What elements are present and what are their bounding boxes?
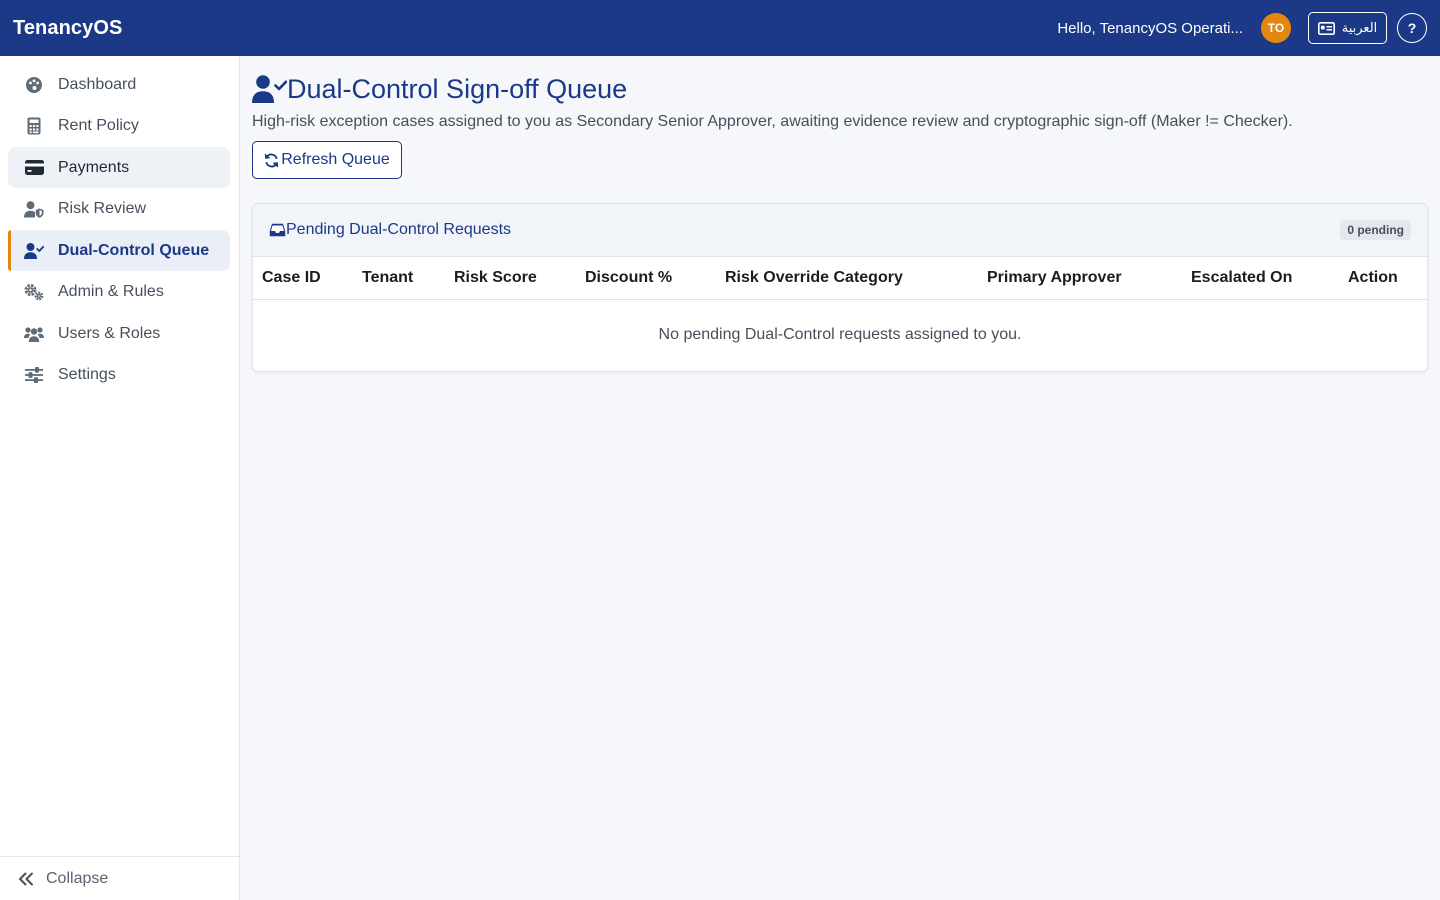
sidebar-item-settings[interactable]: Settings <box>8 355 230 396</box>
sidebar-item-label: Rent Policy <box>58 117 139 134</box>
pending-requests-card: Pending Dual-Control Requests 0 pending … <box>252 203 1428 372</box>
page-title: Dual-Control Sign-off Queue <box>252 73 1428 105</box>
page-subtitle: High-risk exception cases assigned to yo… <box>252 113 1293 130</box>
table-header-row: Case ID Tenant Risk Score Discount % Ris… <box>253 257 1427 300</box>
refresh-queue-button[interactable]: Refresh Queue <box>252 141 402 179</box>
calculator-icon <box>24 116 44 136</box>
user-greeting: Hello, TenancyOS Operati... <box>1057 19 1243 37</box>
user-check-icon <box>24 241 44 261</box>
empty-state-message: No pending Dual-Control requests assigne… <box>658 326 1022 344</box>
gears-icon <box>24 282 44 302</box>
credit-card-icon <box>24 158 44 178</box>
user-shield-icon <box>24 199 44 219</box>
sidebar-item-payments[interactable]: Payments <box>8 147 230 188</box>
sidebar-item-label: Risk Review <box>58 200 147 217</box>
sliders-icon <box>24 365 44 385</box>
sidebar-item-label: Dual-Control Queue <box>58 241 210 259</box>
inbox-icon <box>269 223 286 237</box>
sidebar: Dashboard Rent Policy Payments Risk Revi… <box>0 56 240 900</box>
double-chevron-left-icon <box>18 872 34 886</box>
user-avatar[interactable]: TO <box>1261 13 1291 43</box>
column-header-primary-approver[interactable]: Primary Approver <box>978 257 1182 300</box>
sidebar-item-dual-control-queue[interactable]: Dual-Control Queue <box>8 230 230 271</box>
sidebar-item-label: Dashboard <box>58 75 137 93</box>
card-header: Pending Dual-Control Requests 0 pending <box>253 204 1427 257</box>
refresh-icon <box>264 153 279 168</box>
sidebar-collapse-button[interactable]: Collapse <box>0 856 239 900</box>
requests-table: Case ID Tenant Risk Score Discount % Ris… <box>253 257 1427 371</box>
language-label: العربية <box>1341 20 1378 36</box>
column-header-risk-override-category[interactable]: Risk Override Category <box>716 257 978 300</box>
pending-count-badge: 0 pending <box>1340 220 1411 240</box>
column-header-case-id[interactable]: Case ID <box>253 257 353 300</box>
topbar-actions: Hello, TenancyOS Operati... TO العربية ? <box>1057 12 1427 44</box>
card-title: Pending Dual-Control Requests <box>269 221 511 239</box>
language-toggle-button[interactable]: العربية <box>1308 12 1387 44</box>
column-header-discount[interactable]: Discount % <box>576 257 716 300</box>
refresh-queue-label: Refresh Queue <box>281 151 390 168</box>
sidebar-nav: Dashboard Rent Policy Payments Risk Revi… <box>0 56 239 396</box>
sidebar-item-label: Payments <box>58 158 130 176</box>
language-card-icon <box>1317 21 1335 35</box>
brand-logo[interactable]: TenancyOS <box>13 17 122 40</box>
column-header-action[interactable]: Action <box>1339 257 1427 300</box>
column-header-escalated-on[interactable]: Escalated On <box>1182 257 1339 300</box>
sidebar-item-rent-policy[interactable]: Rent Policy <box>8 106 230 147</box>
card-title-text: Pending Dual-Control Requests <box>286 221 512 238</box>
sidebar-item-label: Admin & Rules <box>58 283 164 300</box>
user-check-icon <box>252 73 287 105</box>
column-header-risk-score[interactable]: Risk Score <box>445 257 576 300</box>
column-header-tenant[interactable]: Tenant <box>353 257 445 300</box>
palette-icon <box>24 75 44 95</box>
users-icon <box>24 324 44 344</box>
main-content: Dual-Control Sign-off Queue High-risk ex… <box>252 56 1428 372</box>
empty-row: No pending Dual-Control requests assigne… <box>253 299 1427 371</box>
sidebar-item-dashboard[interactable]: Dashboard <box>8 64 230 105</box>
page-title-text: Dual-Control Sign-off Queue <box>287 73 628 104</box>
sidebar-item-users-roles[interactable]: Users & Roles <box>8 313 230 354</box>
collapse-label: Collapse <box>46 869 109 887</box>
sidebar-item-label: Users & Roles <box>58 324 161 342</box>
sidebar-item-risk-review[interactable]: Risk Review <box>8 189 230 230</box>
sidebar-item-label: Settings <box>58 366 116 383</box>
top-bar: TenancyOS Hello, TenancyOS Operati... TO… <box>0 0 1440 56</box>
help-button[interactable]: ? <box>1397 13 1427 43</box>
sidebar-item-admin-rules[interactable]: Admin & Rules <box>8 272 230 313</box>
